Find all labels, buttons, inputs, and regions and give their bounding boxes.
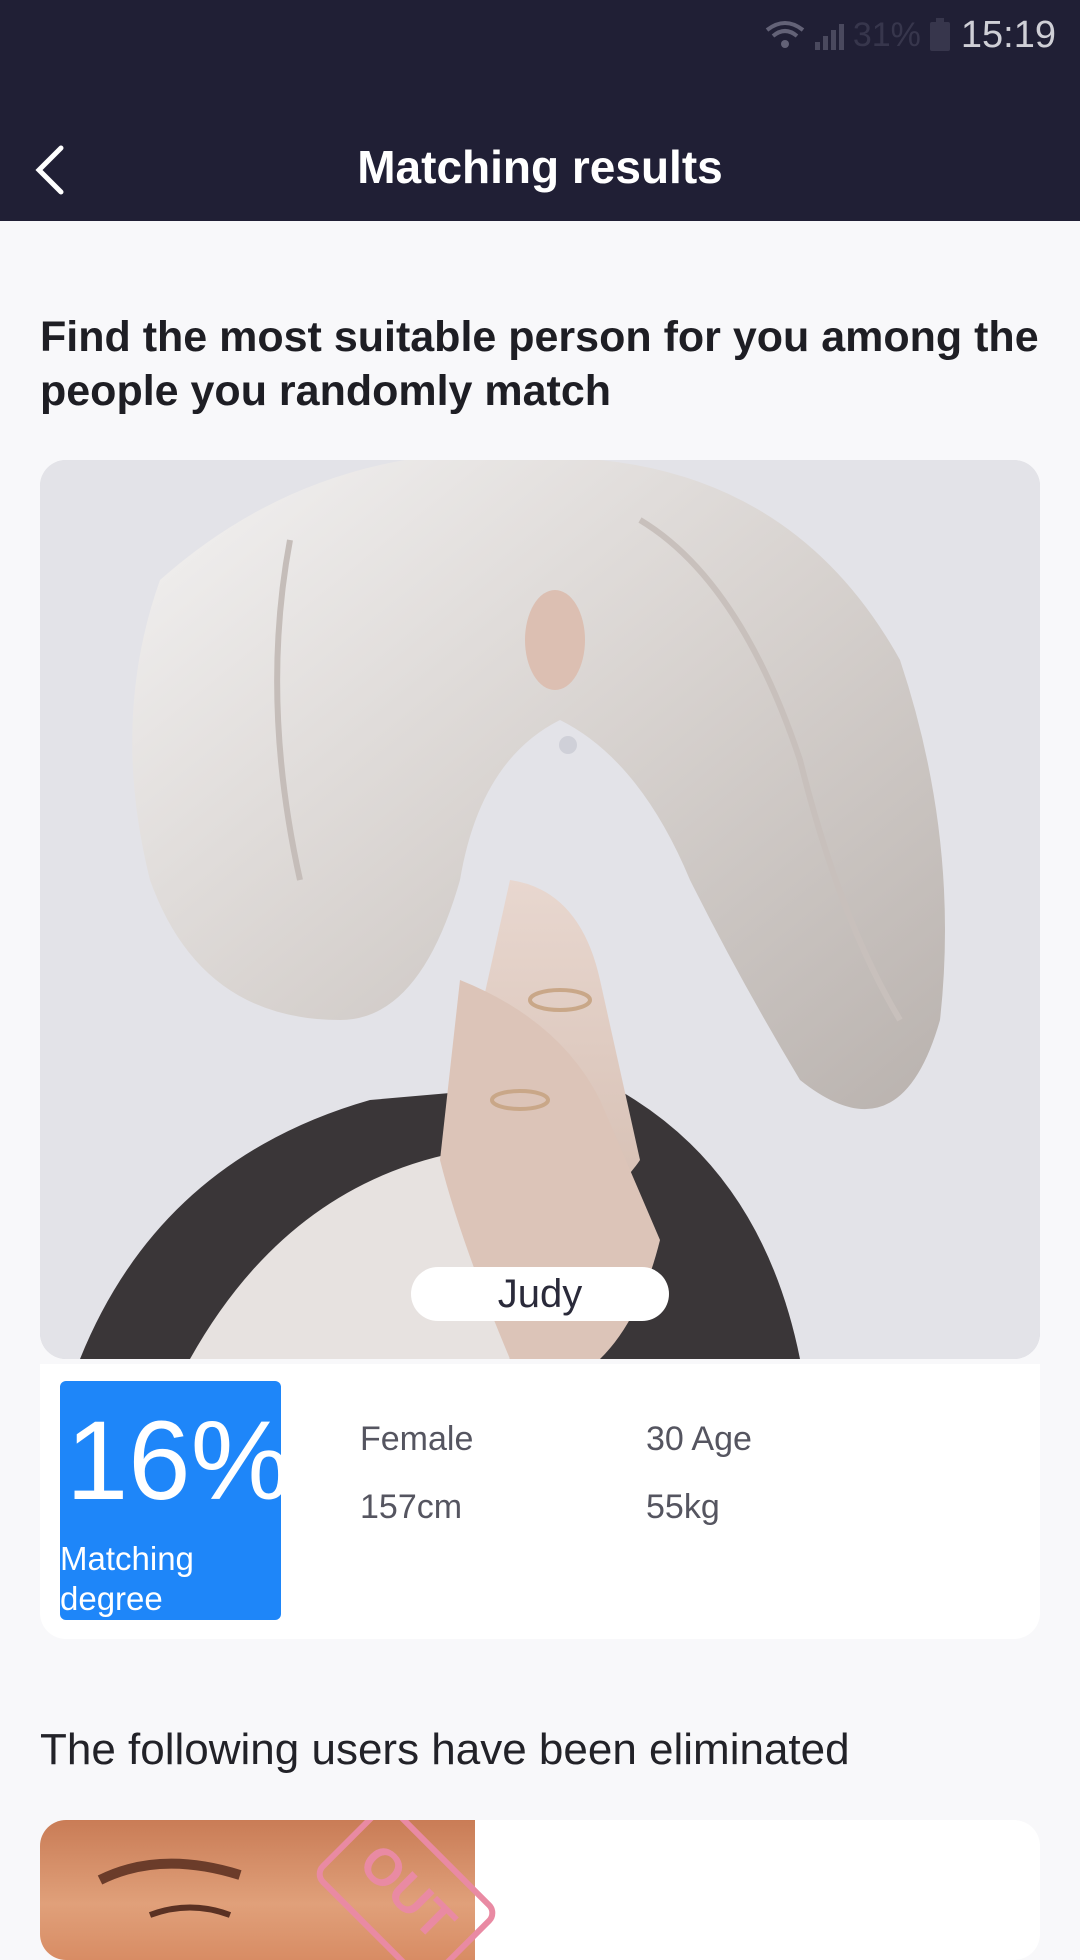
page-title: Matching results [357,141,723,193]
battery-icon [929,18,950,51]
status-bar: 31% 15:19 [765,10,1056,60]
match-name: Judy [411,1267,669,1321]
matching-percent: 16% [66,1398,281,1523]
age-value: 30 Age [646,1420,752,1458]
height-value: 157cm [360,1488,463,1526]
wifi-signal-icon [765,21,844,50]
gender-value: Female [360,1420,474,1458]
signal-icons: 31% [765,16,951,55]
matching-degree-badge: 16% Matching degree [60,1381,281,1620]
eliminated-user-photo: OUT [40,1820,502,1960]
app-header: 31% 15:19 Matching results [0,0,1080,221]
battery-percent: 31% [852,15,921,54]
status-time: 15:19 [960,13,1056,56]
intro-heading: Find the most suitable person for you am… [40,313,1039,415]
matching-label: Matching degree [60,1540,194,1617]
eliminated-user-card[interactable]: OUT [40,1820,1040,1960]
profile-photo-illustration [40,460,1040,1359]
profile-photo[interactable] [40,460,1040,1359]
weight-value: 55kg [646,1488,720,1526]
eliminated-heading: The following users have been eliminated [40,1725,850,1774]
